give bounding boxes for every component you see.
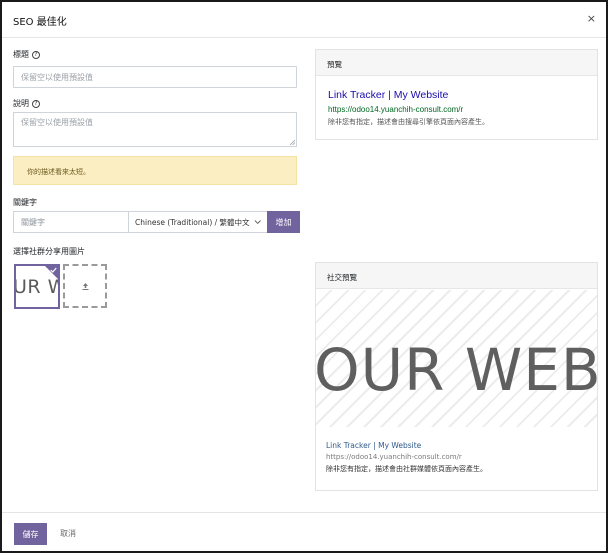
social-preview-image: OUR WEB: [316, 290, 597, 427]
seo-dialog: SEO 最佳化 × 標題 ? 說明 ? 你的描述看來太短。 關鍵字 Chines…: [0, 0, 608, 553]
upload-image-button[interactable]: [63, 264, 107, 308]
search-preview-header: 預覽: [316, 50, 597, 76]
seo-title-input[interactable]: [13, 66, 297, 88]
save-button[interactable]: 儲存: [14, 523, 47, 545]
social-image-label: 選擇社群分享用圖片: [13, 247, 85, 256]
short-description-alert: 你的描述看來太短。: [13, 156, 297, 185]
keyword-input[interactable]: [13, 211, 129, 233]
social-preview-url: https://odoo14.yuanchih-consult.com/r: [326, 453, 462, 461]
description-field-label: 說明 ?: [13, 98, 40, 109]
help-icon[interactable]: ?: [32, 50, 40, 59]
social-preview-header: 社交預覽: [316, 263, 597, 289]
cancel-button[interactable]: 取消: [60, 528, 76, 539]
dialog-title: SEO 最佳化: [13, 17, 67, 28]
seo-description-textarea[interactable]: [13, 112, 297, 147]
search-preview-description: 除非您有指定，描述會由搜尋引擎依頁面內容產生。: [328, 118, 489, 126]
add-keyword-button[interactable]: 增加: [267, 211, 300, 233]
dialog-footer: 儲存 取消: [2, 512, 606, 553]
search-preview-card: 預覽 Link Tracker | My Website https://odo…: [315, 49, 598, 140]
close-icon[interactable]: ×: [587, 12, 596, 25]
check-icon: [50, 267, 57, 273]
search-preview-title: Link Tracker | My Website: [328, 89, 449, 101]
search-preview-url: https://odoo14.yuanchih-consult.com/r: [328, 105, 464, 114]
resize-grip-icon[interactable]: [289, 139, 295, 145]
help-icon[interactable]: ?: [32, 99, 40, 108]
language-select[interactable]: Chinese (Traditional) / 繁體中文: [128, 211, 268, 233]
description-label-text: 說明: [13, 99, 29, 108]
social-preview-title: Link Tracker | My Website: [326, 441, 422, 450]
title-field-label: 標題 ?: [13, 49, 40, 60]
upload-icon: [82, 282, 88, 290]
title-label-text: 標題: [13, 50, 29, 59]
social-image-thumbnail[interactable]: UR W: [14, 264, 60, 309]
social-preview-banner-text: OUR WEB: [316, 336, 597, 404]
social-preview-description: 除非您有指定，描述會由社群媒體依頁面內容產生。: [326, 465, 487, 473]
social-preview-card: 社交預覽 OUR WEB Link Tracker | My Website h…: [315, 262, 598, 491]
chevron-down-icon: [254, 220, 261, 225]
thumbnail-text: UR W: [14, 276, 58, 298]
language-select-value: Chinese (Traditional) / 繁體中文: [135, 217, 250, 227]
dialog-header: SEO 最佳化 ×: [2, 2, 606, 38]
keywords-label: 關鍵字: [13, 198, 37, 207]
